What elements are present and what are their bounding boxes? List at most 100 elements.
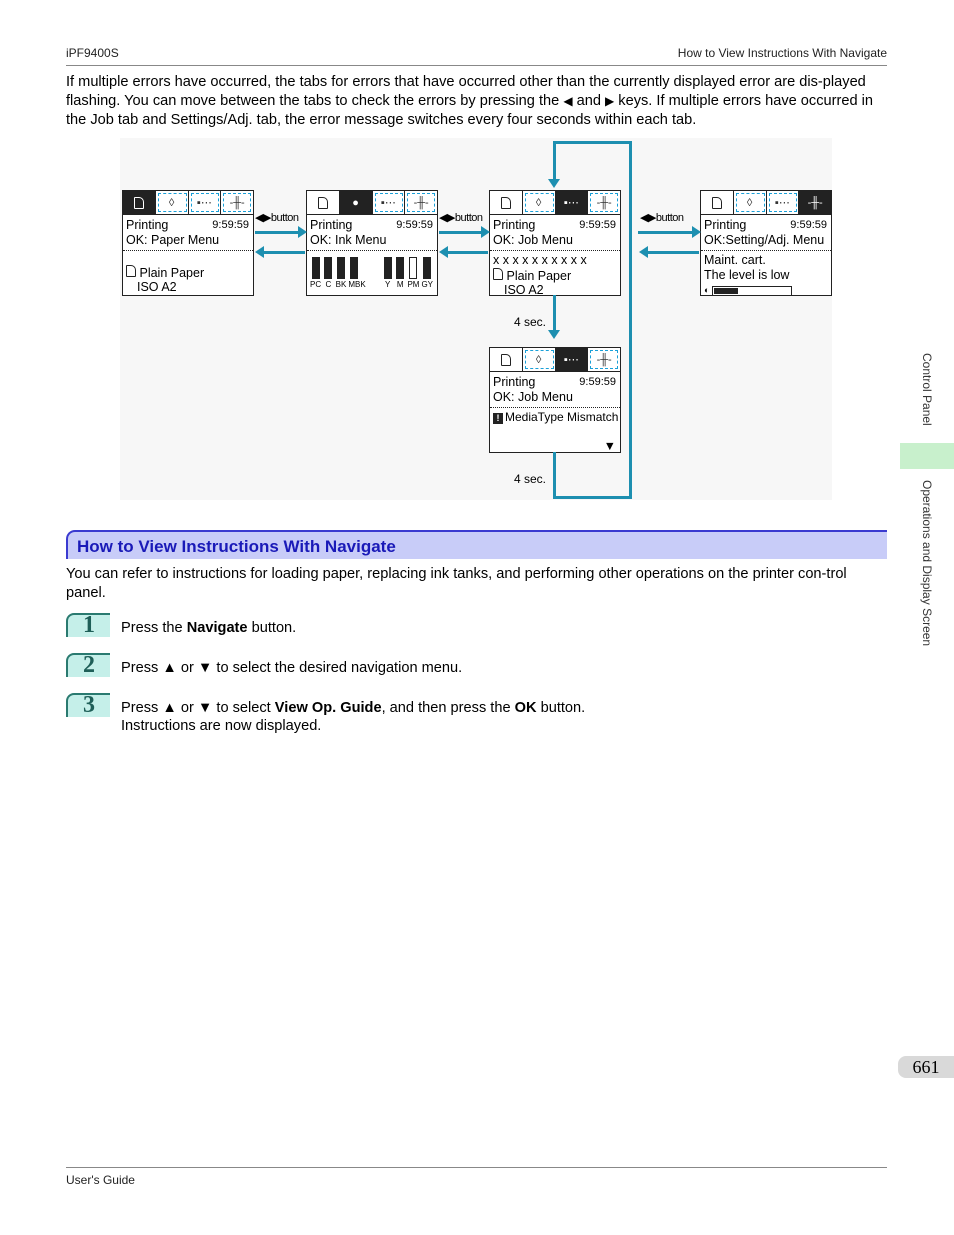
loop-line [553,452,556,498]
arrow-right [439,226,490,238]
header-divider [66,65,887,66]
lcd-status: Printing [126,218,169,232]
button-label: ◀▶button [439,212,483,224]
job-tab-icon: ▪⋯ [189,191,222,214]
lcd-menu: OK: Job Menu [493,390,573,404]
ink-tank: C [323,257,334,289]
lcd-maint-cart: Maint. cart. [704,253,766,267]
ink-tank: BK [336,257,346,289]
lcd-status: Printing [493,375,536,389]
intro-text-and: and [572,93,606,109]
job-tab-icon: ▪⋯ [767,191,800,214]
paper-icon [126,265,136,277]
lcd-job-name: x x x x x x x x x x [493,253,587,267]
section-title: How to View Instructions With Navigate [77,537,396,556]
settings-tab-icon: -╫- [405,191,437,214]
error-icon: ! [493,413,503,424]
footer-divider [66,1167,887,1168]
scroll-down-icon: ▼ [603,439,616,453]
lcd-screen-settings: ◊ ▪⋯ -╫- Printing 9:59:59 OK:Setting/Adj.… [700,190,832,296]
button-label: ◀▶button [255,212,299,224]
arrow-down [548,330,560,339]
lcd-paper-size: ISO A2 [504,283,544,297]
header-model: iPF9400S [66,46,119,60]
lcd-menu: OK:Setting/Adj. Menu [704,233,825,247]
lcd-level-low: The level is low [704,268,790,282]
settings-tab-icon: -╫- [799,191,831,214]
ink-tab-icon: ● [339,191,373,214]
right-key-icon: ▶ [605,94,615,108]
paper-tab-icon [490,191,523,214]
ink-level-bars: PC C BK MBK Y M PM GY [307,253,437,289]
arrow-left [439,246,488,258]
arrow-left [255,246,305,258]
side-tab-marker [900,443,954,469]
ink-tab-icon: ◊ [523,191,556,214]
step-number: 2 [66,653,110,677]
ink-tank: PC [310,257,321,289]
lcd-menu: OK: Job Menu [493,233,573,247]
paper-tab-icon [123,191,156,214]
lcd-status: Printing [310,218,353,232]
intro-paragraph: If multiple errors have occurred, the ta… [66,73,888,130]
lcd-screen-ink: ● ▪⋯ -╫- Printing 9:59:59 OK: Ink Menu PC… [306,190,438,296]
paper-tab-icon [701,191,734,214]
footer-title: User's Guide [66,1173,135,1187]
loop-line [553,141,632,144]
job-tab-icon: ▪⋯ [555,191,589,214]
arrow-right [255,226,307,238]
lcd-screen-job-error: ◊ ▪⋯ -╫- Printing 9:59:59 OK: Job Menu ! M… [489,347,621,453]
ink-tank-empty: PM [407,257,419,289]
page-number: 661 [898,1056,954,1078]
paper-icon [493,268,503,280]
lcd-error-message: MediaType Mismatch [505,410,619,424]
lcd-paper-type: Plain Paper [506,269,572,283]
ink-tank: M [395,257,406,289]
ink-tank: Y [382,257,393,289]
step-result: Instructions are now displayed. [121,718,322,734]
interval-label: 4 sec. [514,472,547,486]
error-tab-diagram: ◊ ▪⋯ -╫- Printing 9:59:59 OK: Paper Menu … [120,138,832,500]
ink-tank: GY [421,257,433,289]
step-number: 1 [66,613,110,637]
lcd-screen-job: ◊ ▪⋯ -╫- Printing 9:59:59 OK: Job Menu x … [489,190,621,297]
lcd-screen-paper: ◊ ▪⋯ -╫- Printing 9:59:59 OK: Paper Menu … [122,190,254,296]
ink-tab-icon: ◊ [156,191,189,214]
arrow-left [639,246,699,258]
section-body: You can refer to instructions for loadin… [66,566,847,601]
lcd-time: 9:59:59 [396,219,433,231]
lcd-time: 9:59:59 [212,219,249,231]
lcd-time: 9:59:59 [579,219,616,231]
left-key-icon: ◀ [563,94,573,108]
lcd-status: Printing [493,218,536,232]
loop-line [553,141,556,179]
ink-tank: MBK [348,257,366,289]
settings-tab-icon: -╫- [588,348,620,371]
step-text: Press the Navigate button. [121,620,297,636]
ink-tab-icon: ◊ [523,348,556,371]
lcd-time: 9:59:59 [579,376,616,388]
loop-line [629,141,632,499]
job-tab-icon: ▪⋯ [373,191,406,214]
lcd-status: Printing [704,218,747,232]
lcd-time: 9:59:59 [790,219,827,231]
lcd-paper-type: Plain Paper [139,266,205,280]
arrow-down [548,179,560,188]
lcd-menu: OK: Paper Menu [126,233,220,247]
step-number: 3 [66,693,110,717]
loop-line [553,496,631,499]
lcd-menu: OK: Ink Menu [310,233,387,247]
side-tab-chapter[interactable]: Control Panel [920,353,934,426]
paper-tab-icon [490,348,523,371]
loop-line [553,295,556,330]
step-text: Press ▲ or ▼ to select the desired navig… [121,660,463,676]
lcd-paper-size: ISO A2 [137,280,177,294]
settings-tab-icon: -╫- [588,191,620,214]
side-tab-section[interactable]: Operations and Display Screen [920,480,934,646]
job-tab-icon: ▪⋯ [555,348,589,371]
section-heading: How to View Instructions With Navigate [66,530,887,559]
settings-tab-icon: -╫- [221,191,253,214]
maint-cart-level-meter [712,285,793,296]
step-text: Press ▲ or ▼ to select View Op. Guide, a… [121,700,586,734]
ink-tab-icon: ◊ [734,191,767,214]
